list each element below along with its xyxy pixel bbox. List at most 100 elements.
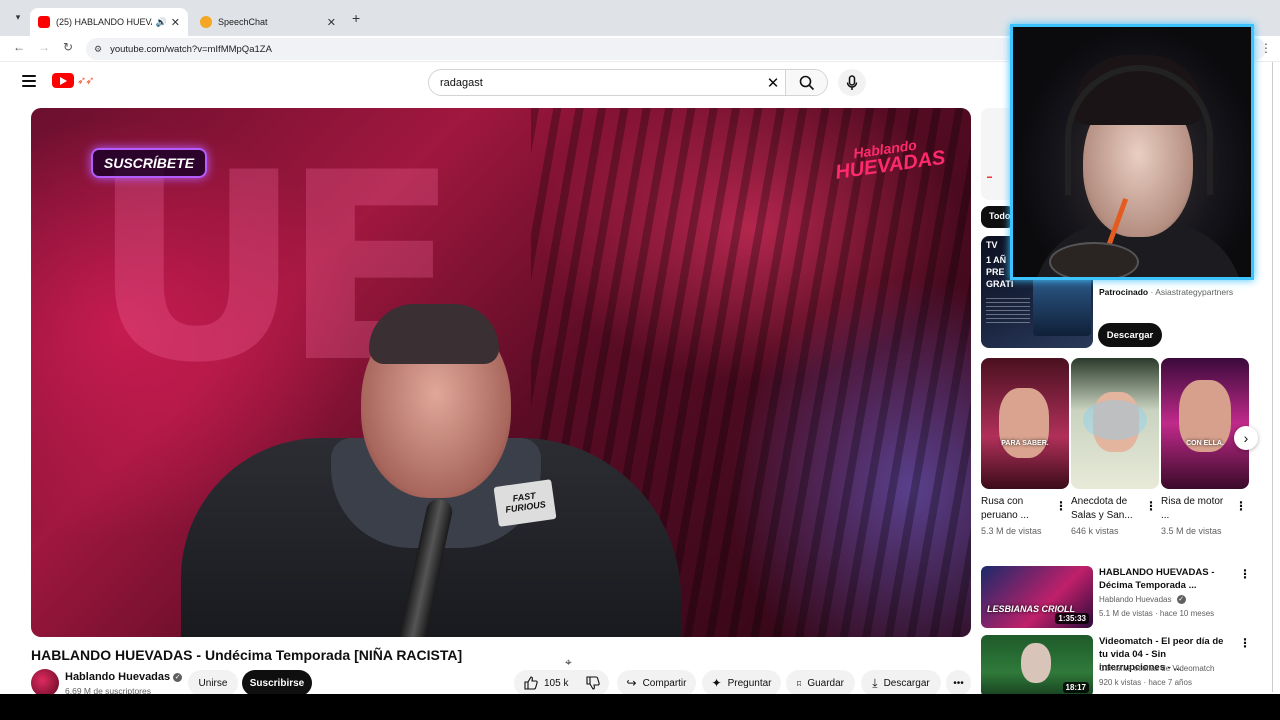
short-thumbnail: CON ELLA. (1161, 358, 1249, 489)
short-caption: PARA SABER. (1001, 440, 1049, 447)
recommended-video[interactable]: 18:17 Videomatch - El peor día de tu vid… (981, 635, 1251, 697)
recommended-meta: 920 k vistas · hace 7 años (1099, 678, 1192, 687)
verified-check-icon: ✓ (1176, 595, 1186, 604)
recommended-more-icon[interactable]: ⋮ (1239, 567, 1251, 581)
search-input[interactable]: radagast (429, 77, 761, 89)
short-views: 5.3 M de vistas (981, 526, 1042, 536)
ask-button[interactable]: ✦ Preguntar (702, 670, 781, 696)
ad-fine-print (986, 298, 1030, 324)
voice-search-button[interactable] (838, 69, 866, 96)
thumbs-up-icon (524, 676, 538, 690)
site-settings-icon[interactable]: ⚙ (94, 44, 102, 55)
microphone-icon (846, 74, 858, 90)
channel-name-wrap[interactable]: Hablando Huevadas ✓ (65, 671, 183, 683)
share-arrow-icon: ↪ (626, 676, 637, 690)
recommended-channel-wrap: Hablando Huevadas ✓ (1099, 595, 1186, 604)
show-logo-overlay: Hablando HUEVADAS (834, 137, 947, 184)
short-more-icon[interactable]: ⋮ (1235, 499, 1247, 513)
doodle-flair-icon: ➶➶ (77, 75, 94, 87)
new-tab-plus-icon[interactable]: + (352, 10, 360, 26)
tab-youtube[interactable]: (25) HABLANDO HUEVADAS 🔊 ✕ (30, 8, 188, 36)
shorts-next-chevron-icon[interactable]: › (1234, 426, 1258, 450)
short-item[interactable]: Anecdota de Salas y San... ⋮ 646 k vista… (1071, 358, 1159, 536)
short-title: Rusa con peruano ... (981, 496, 1029, 521)
share-label: Compartir (642, 677, 687, 689)
youtube-favicon-icon (38, 16, 50, 28)
more-horizontal-icon: ••• (953, 677, 964, 689)
youtube-header: ➶➶ radagast ✕ (0, 62, 1010, 102)
audio-playing-icon[interactable]: 🔊 (156, 17, 167, 28)
ad-chart-graphic (1033, 276, 1091, 336)
clear-search-icon[interactable]: ✕ (761, 74, 785, 92)
short-title: Risa de motor ... (1161, 496, 1224, 521)
close-tab-icon[interactable]: ✕ (327, 16, 336, 29)
video-duration: 1:35:33 (1055, 613, 1089, 624)
more-actions-button[interactable]: ••• (946, 670, 971, 696)
subscribe-button[interactable]: Suscribirse (242, 670, 312, 696)
back-arrow-icon[interactable]: ← (10, 40, 28, 54)
download-button[interactable]: ⤓ Descargar (861, 670, 941, 696)
host-hair (369, 304, 499, 364)
ask-label: Preguntar (727, 677, 772, 689)
short-more-icon[interactable]: ⋮ (1055, 499, 1067, 513)
short-views: 3.5 M de vistas (1161, 526, 1222, 536)
tab-speechchat[interactable]: SpeechChat ✕ (192, 8, 344, 36)
short-more-icon[interactable]: ⋮ (1145, 499, 1157, 513)
recommended-meta: 5.1 M de vistas · hace 10 meses (1099, 609, 1215, 618)
sponsored-label: Patrocinado (1099, 287, 1149, 297)
subscribe-label: Suscribirse (249, 677, 305, 689)
recommended-more-icon[interactable]: ⋮ (1239, 636, 1251, 650)
search-icon (799, 75, 814, 90)
speechchat-favicon-icon (200, 16, 212, 28)
tab-search-chevron-icon[interactable]: ▾ (10, 12, 26, 26)
search-button[interactable] (785, 70, 827, 95)
recommended-thumbnail: LESBIANAS CRIOLL 1:35:33 (981, 566, 1093, 628)
short-item[interactable]: PARA SABER. Rusa con peruano ... ⋮ 5.3 M… (981, 358, 1069, 536)
search-box: radagast ✕ (428, 69, 828, 96)
jacket-patch: FAST FURIOUS (493, 479, 557, 527)
short-thumbnail (1071, 358, 1159, 489)
ad-cta-label: Descargar (1106, 329, 1154, 341)
recommended-channel: Hablando Huevadas (1099, 595, 1172, 604)
video-title: HABLANDO HUEVADAS - Undécima Temporada [… (31, 647, 463, 663)
recommended-channel: Cámaras ocultas de Videomatch (1099, 664, 1215, 673)
save-button[interactable]: Guardar (786, 670, 855, 696)
short-thumbnail: PARA SABER. (981, 358, 1069, 489)
youtube-play-logo-icon (52, 73, 74, 88)
browser-menu-icon[interactable]: ⋮ (1260, 41, 1272, 55)
forward-arrow-icon[interactable]: → (35, 40, 53, 54)
short-views: 646 k vistas (1071, 526, 1119, 536)
tab-title: (25) HABLANDO HUEVADAS (56, 17, 152, 27)
screen-letterbox-bottom (0, 694, 1280, 720)
share-button[interactable]: ↪ Compartir (617, 670, 696, 696)
channel-avatar[interactable] (31, 669, 59, 697)
youtube-logo[interactable]: ➶➶ (52, 73, 94, 88)
download-icon: ⤓ (872, 675, 878, 690)
like-count: 105 k (544, 677, 569, 689)
sponsored-ad-meta: Patrocinado · Asiastrategypartners (1099, 287, 1234, 297)
dislike-button[interactable] (577, 670, 609, 696)
url-text: youtube.com/watch?v=mIfMMpQa1ZA (110, 43, 272, 55)
verified-check-icon: ✓ (173, 673, 183, 682)
join-button[interactable]: Unirse (188, 670, 238, 696)
short-item[interactable]: CON ELLA. Risa de motor ... ⋮ 3.5 M de v… (1161, 358, 1249, 536)
close-tab-icon[interactable]: ✕ (171, 16, 180, 29)
bookmark-icon (797, 680, 802, 686)
join-label: Unirse (198, 677, 228, 689)
recommended-title: HABLANDO HUEVADAS - Décima Temporada ... (1099, 567, 1215, 591)
webcam-overlay (1010, 24, 1254, 280)
video-player[interactable]: UE FAST FURIOUS SUSCRÍBETE Hablando HUEV… (31, 108, 971, 637)
thumbs-down-icon (586, 676, 600, 690)
recommended-video[interactable]: LESBIANAS CRIOLL 1:35:33 HABLANDO HUEVAD… (981, 566, 1251, 628)
tab-title: SpeechChat (218, 17, 268, 27)
reload-icon[interactable]: ↻ (59, 40, 77, 54)
sparkle-icon: ✦ (711, 676, 722, 690)
page-scrollbar-track[interactable] (1272, 62, 1273, 692)
channel-name: Hablando Huevadas (65, 671, 171, 683)
ad-brand-mark: TV (986, 240, 998, 250)
ad-download-button[interactable]: Descargar (1098, 323, 1162, 347)
menu-hamburger-icon[interactable] (22, 75, 36, 87)
save-label: Guardar (807, 677, 844, 689)
mouse-cursor-icon: ⌖ (565, 655, 572, 669)
recommended-thumbnail: 18:17 (981, 635, 1093, 697)
